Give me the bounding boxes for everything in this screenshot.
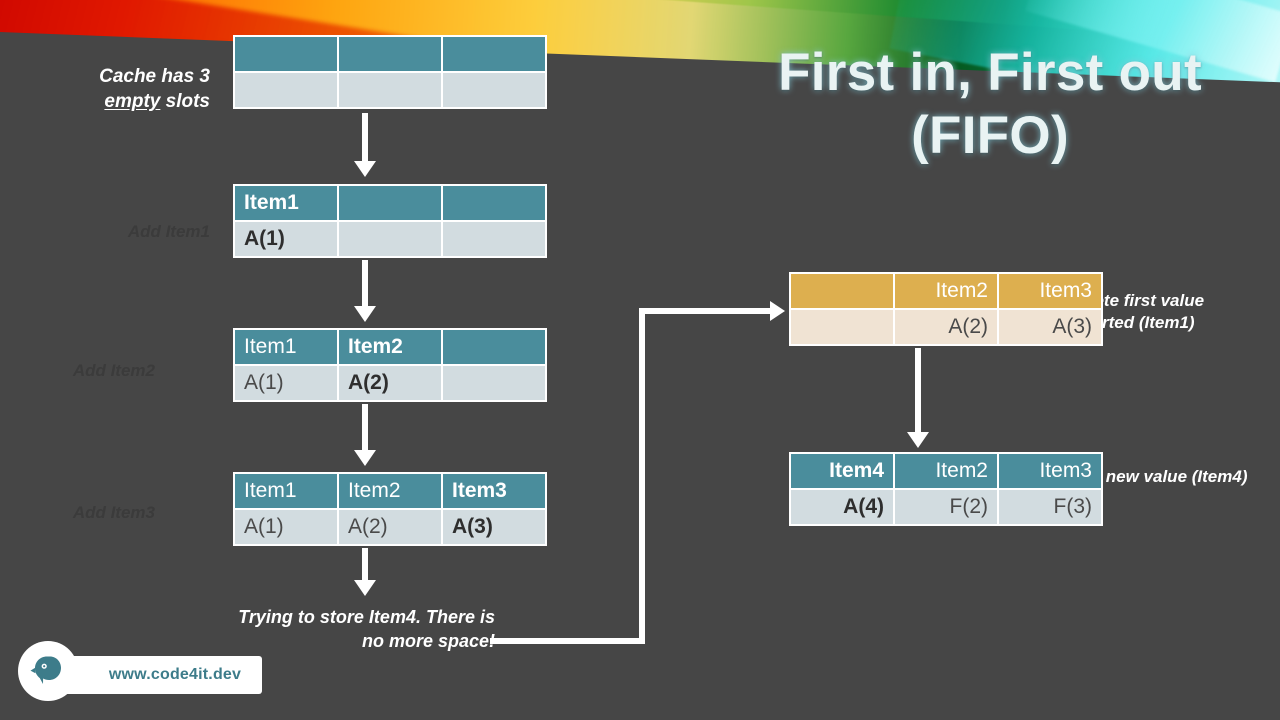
table-cell: A(3) bbox=[999, 310, 1101, 344]
table-row: A(1) bbox=[235, 222, 545, 256]
arrow-head-empty-to-item1 bbox=[354, 161, 376, 177]
table-cell bbox=[443, 366, 545, 400]
cache-table-after-item1: Item1 A(1) bbox=[233, 184, 547, 258]
table-cell: F(3) bbox=[999, 490, 1101, 524]
table-row: Item4 Item2 Item3 bbox=[791, 454, 1101, 488]
table-cell: A(1) bbox=[235, 222, 337, 256]
cache-table-after-evict: Item2 Item3 A(2) A(3) bbox=[789, 272, 1103, 346]
table-cell: Item1 bbox=[235, 330, 337, 364]
logo-url-pill[interactable]: www.code4it.dev bbox=[62, 656, 262, 694]
table-cell: Item2 bbox=[339, 330, 441, 364]
table-cell bbox=[443, 186, 545, 220]
table-row bbox=[235, 37, 545, 71]
cache-table-after-item2: Item1 Item2 A(1) A(2) bbox=[233, 328, 547, 402]
table-cell: Item2 bbox=[895, 454, 997, 488]
table-cell: Item1 bbox=[235, 186, 337, 220]
table-cell bbox=[235, 73, 337, 107]
table-cell bbox=[443, 73, 545, 107]
table-row: Item1 Item2 Item3 bbox=[235, 474, 545, 508]
table-cell: Item2 bbox=[895, 274, 997, 308]
table-cell: A(4) bbox=[791, 490, 893, 524]
table-cell bbox=[791, 274, 893, 308]
arrow-head-item2-to-item3 bbox=[354, 450, 376, 466]
page-title: First in, First out (FIFO) bbox=[778, 43, 1202, 165]
arrow-shaft-item2-to-item3 bbox=[362, 404, 368, 452]
label-add-item2: Add Item2 bbox=[72, 361, 155, 380]
elbow-segment-horizontal-top bbox=[639, 308, 771, 314]
elbow-segment-horizontal-bottom bbox=[490, 638, 645, 644]
arrow-head-item3-to-nospace bbox=[354, 580, 376, 596]
table-row: Item2 Item3 bbox=[791, 274, 1101, 308]
cache-label-prefix: Cache has 3 bbox=[99, 66, 210, 87]
table-cell: A(1) bbox=[235, 510, 337, 544]
table-cell bbox=[791, 310, 893, 344]
table-cell bbox=[443, 222, 545, 256]
table-row: Item1 bbox=[235, 186, 545, 220]
table-cell bbox=[339, 73, 441, 107]
bird-icon bbox=[30, 656, 61, 684]
arrow-head-evict-to-final bbox=[907, 432, 929, 448]
table-cell: Item3 bbox=[999, 454, 1101, 488]
cache-table-empty bbox=[233, 35, 547, 109]
cache-label-suffix: slots bbox=[160, 91, 210, 113]
table-row: A(4) F(2) F(3) bbox=[791, 490, 1101, 524]
table-cell bbox=[443, 37, 545, 71]
arrow-shaft-evict-to-final bbox=[915, 348, 921, 434]
table-cell bbox=[339, 222, 441, 256]
arrow-head-to-evict-table bbox=[770, 301, 785, 321]
table-cell: Item1 bbox=[235, 474, 337, 508]
arrow-head-item1-to-item2 bbox=[354, 306, 376, 322]
table-row bbox=[235, 73, 545, 107]
table-row: Item1 Item2 bbox=[235, 330, 545, 364]
cache-empty-label: Cache has 3 empty slots bbox=[20, 64, 210, 114]
table-row: A(1) A(2) A(3) bbox=[235, 510, 545, 544]
cache-table-after-item3: Item1 Item2 Item3 A(1) A(2) A(3) bbox=[233, 472, 547, 546]
arrow-shaft-empty-to-item1 bbox=[362, 113, 368, 163]
table-row: A(1) A(2) bbox=[235, 366, 545, 400]
arrow-shaft-item3-to-nospace bbox=[362, 548, 368, 582]
cache-label-emphasis: empty bbox=[104, 91, 161, 113]
table-row: A(2) A(3) bbox=[791, 310, 1101, 344]
table-cell: F(2) bbox=[895, 490, 997, 524]
slide-canvas: First in, First out (FIFO) Cache has 3 e… bbox=[0, 0, 1280, 720]
table-cell: Item2 bbox=[339, 474, 441, 508]
arrow-shaft-item1-to-item2 bbox=[362, 260, 368, 308]
cache-table-after-add-item4: Item4 Item2 Item3 A(4) F(2) F(3) bbox=[789, 452, 1103, 526]
table-cell: A(2) bbox=[339, 366, 441, 400]
table-cell: Item4 bbox=[791, 454, 893, 488]
table-cell: A(2) bbox=[339, 510, 441, 544]
table-cell bbox=[235, 37, 337, 71]
table-cell: Item3 bbox=[443, 474, 545, 508]
elbow-segment-vertical bbox=[639, 308, 645, 644]
table-cell: Item3 bbox=[999, 274, 1101, 308]
label-no-space: Trying to store Item4. There is no more … bbox=[238, 607, 495, 651]
table-cell bbox=[443, 330, 545, 364]
label-add-item1: Add Item1 bbox=[127, 222, 210, 241]
table-cell: A(3) bbox=[443, 510, 545, 544]
label-add-item3: Add Item3 bbox=[72, 503, 155, 522]
table-cell: A(2) bbox=[895, 310, 997, 344]
logo-url-text: www.code4it.dev bbox=[108, 666, 242, 683]
table-cell bbox=[339, 186, 441, 220]
table-cell bbox=[339, 37, 441, 71]
table-cell: A(1) bbox=[235, 366, 337, 400]
